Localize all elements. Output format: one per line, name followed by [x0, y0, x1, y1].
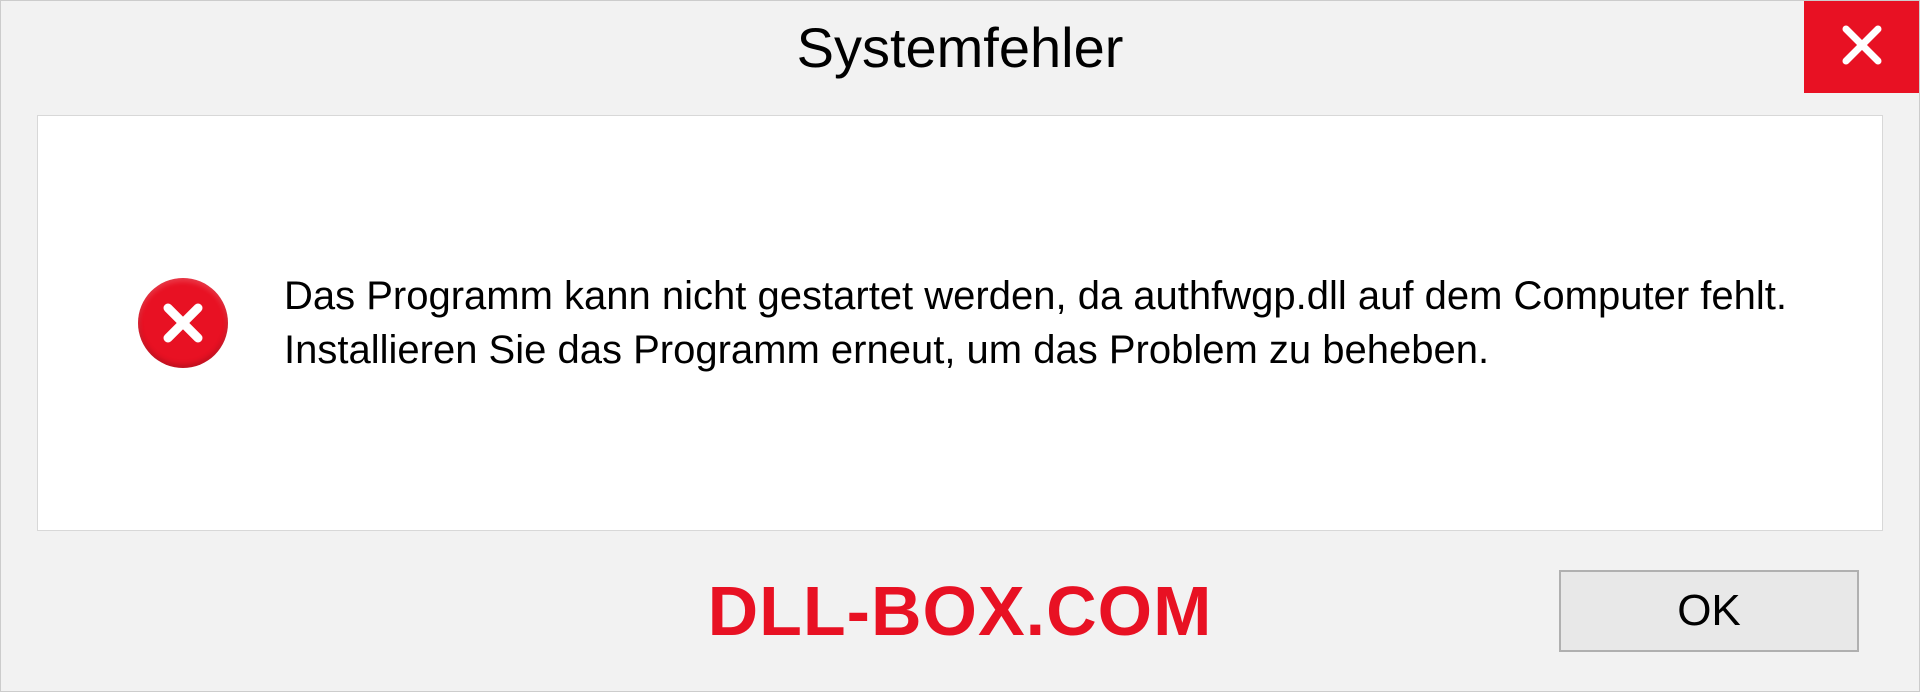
- content-panel: Das Programm kann nicht gestartet werden…: [37, 115, 1883, 531]
- error-icon: [138, 278, 228, 368]
- dialog-title: Systemfehler: [797, 15, 1124, 80]
- error-message: Das Programm kann nicht gestartet werden…: [284, 269, 1822, 377]
- titlebar: Systemfehler: [1, 1, 1919, 93]
- ok-button[interactable]: OK: [1559, 570, 1859, 652]
- ok-button-label: OK: [1677, 586, 1741, 636]
- error-dialog: Systemfehler Das Programm kann nicht ges…: [0, 0, 1920, 692]
- dialog-footer: DLL-BOX.COM OK: [1, 531, 1919, 691]
- close-icon: [1840, 23, 1884, 72]
- close-button[interactable]: [1804, 1, 1919, 93]
- watermark-text: DLL-BOX.COM: [708, 571, 1213, 651]
